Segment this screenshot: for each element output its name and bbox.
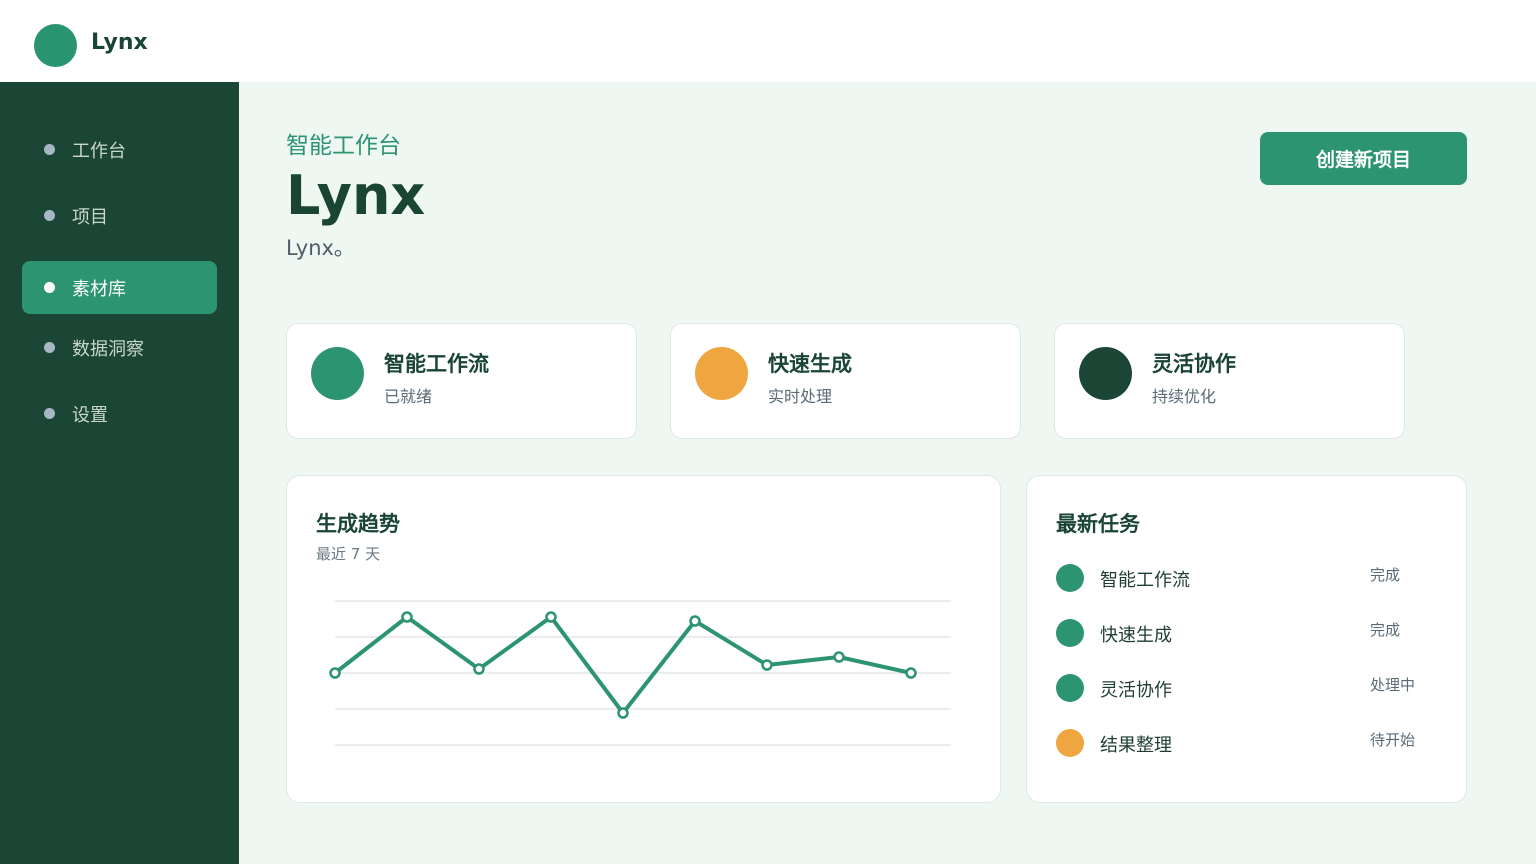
trend-panel: 生成趋势 最近 7 天 bbox=[286, 475, 1001, 803]
task-row[interactable]: 结果整理 待开始 bbox=[1056, 727, 1436, 757]
status-circle-icon bbox=[311, 347, 364, 400]
app-name: Lynx bbox=[91, 30, 148, 55]
task-status: 处理中 bbox=[1370, 676, 1416, 694]
sidebar-item-settings[interactable]: 设置 bbox=[22, 387, 217, 440]
stat-card-collaboration[interactable]: 灵活协作 持续优化 bbox=[1054, 323, 1405, 439]
trend-point[interactable] bbox=[833, 651, 845, 663]
stat-subtitle: 实时处理 bbox=[768, 387, 833, 406]
bullet-icon bbox=[44, 144, 55, 155]
stat-subtitle: 已就绪 bbox=[384, 387, 433, 406]
trend-point[interactable] bbox=[401, 611, 413, 623]
sidebar-item-insights[interactable]: 数据洞察 bbox=[22, 321, 217, 374]
trend-point[interactable] bbox=[545, 611, 557, 623]
task-row[interactable]: 快速生成 完成 bbox=[1056, 617, 1436, 647]
trend-point[interactable] bbox=[473, 663, 485, 675]
sidebar-item-projects[interactable]: 项目 bbox=[22, 189, 217, 242]
sidebar-item-label: 设置 bbox=[72, 404, 108, 426]
page-eyebrow: 智能工作台 bbox=[286, 133, 401, 159]
stat-card-generation[interactable]: 快速生成 实时处理 bbox=[670, 323, 1021, 439]
task-name: 智能工作流 bbox=[1100, 570, 1190, 591]
top-bar: Lynx bbox=[0, 0, 1536, 82]
logo-icon bbox=[34, 24, 77, 67]
task-name: 快速生成 bbox=[1100, 625, 1172, 646]
trend-point[interactable] bbox=[617, 707, 629, 719]
stat-subtitle: 持续优化 bbox=[1152, 387, 1217, 406]
task-status: 完成 bbox=[1370, 621, 1401, 639]
stat-title: 灵活协作 bbox=[1152, 352, 1236, 376]
sidebar-item-label: 项目 bbox=[72, 206, 108, 228]
bullet-icon bbox=[44, 210, 55, 221]
task-row[interactable]: 灵活协作 处理中 bbox=[1056, 672, 1436, 702]
stat-title: 快速生成 bbox=[768, 352, 852, 376]
task-status: 待开始 bbox=[1370, 731, 1416, 749]
status-dot-icon bbox=[1056, 564, 1084, 592]
trend-point[interactable] bbox=[329, 667, 341, 679]
sidebar-item-workbench[interactable]: 工作台 bbox=[22, 123, 217, 176]
status-circle-icon bbox=[695, 347, 748, 400]
stat-title: 智能工作流 bbox=[384, 352, 489, 376]
page-title: Lynx bbox=[286, 164, 426, 227]
trend-point[interactable] bbox=[689, 615, 701, 627]
sidebar-item-label: 数据洞察 bbox=[72, 338, 144, 360]
trend-point[interactable] bbox=[905, 667, 917, 679]
task-name: 结果整理 bbox=[1100, 735, 1172, 756]
trend-point[interactable] bbox=[761, 659, 773, 671]
bullet-icon bbox=[44, 342, 55, 353]
sidebar-item-label: 工作台 bbox=[72, 140, 126, 162]
task-status: 完成 bbox=[1370, 566, 1401, 584]
tasks-panel: 最新任务 智能工作流 完成 快速生成 完成 灵活协作 处理中 结果整理 待开始 bbox=[1026, 475, 1467, 803]
task-name: 灵活协作 bbox=[1100, 680, 1172, 701]
status-dot-icon bbox=[1056, 674, 1084, 702]
tasks-title: 最新任务 bbox=[1056, 512, 1140, 536]
status-dot-icon bbox=[1056, 619, 1084, 647]
trend-series-line bbox=[333, 615, 912, 715]
task-row[interactable]: 智能工作流 完成 bbox=[1056, 562, 1436, 592]
sidebar: 工作台 项目 素材库 数据洞察 设置 bbox=[0, 82, 239, 864]
create-project-button[interactable]: 创建新项目 bbox=[1260, 132, 1467, 185]
bullet-icon bbox=[44, 408, 55, 419]
status-circle-icon bbox=[1079, 347, 1132, 400]
sidebar-item-label: 素材库 bbox=[72, 278, 126, 300]
stat-card-workflow[interactable]: 智能工作流 已就绪 bbox=[286, 323, 637, 439]
sidebar-item-assets[interactable]: 素材库 bbox=[22, 261, 217, 314]
trend-chart bbox=[329, 600, 951, 746]
page-subtitle: Lynx。 bbox=[286, 236, 355, 260]
bullet-icon bbox=[44, 282, 55, 293]
status-dot-icon bbox=[1056, 729, 1084, 757]
